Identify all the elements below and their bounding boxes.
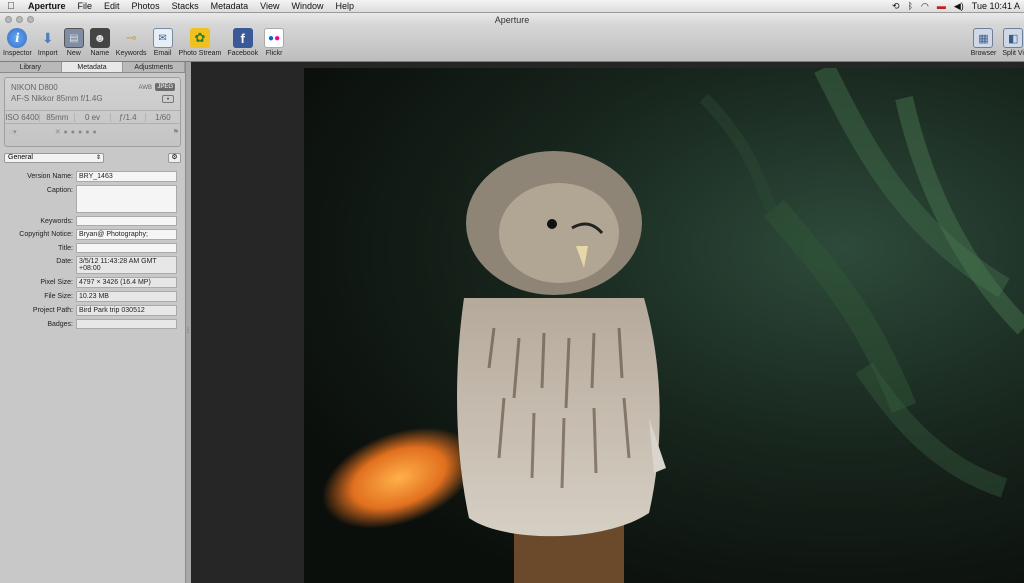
inspector-tabs: Library Metadata Adjustments <box>0 62 186 73</box>
iso-value: ISO 6400 <box>5 112 41 122</box>
browser-grid-icon: ▦ <box>973 28 994 48</box>
window-title: Aperture <box>494 14 530 25</box>
date-value: 3/5/12 11:43:28 AM GMT +08:00 <box>76 256 177 274</box>
version-name-input[interactable]: BRY_1463 <box>76 171 177 182</box>
field-pixel-size: Pixel Size: 4797 × 3426 (16.4 MP) <box>0 277 185 288</box>
keywords-button[interactable]: ⊸ Keywords <box>116 28 147 57</box>
caption-input[interactable] <box>76 185 177 213</box>
field-version-name: Version Name: BRY_1463 <box>0 171 185 182</box>
keywords-tag-icon: ⊸ <box>125 30 137 45</box>
camera-model: NIKON D800 <box>11 83 58 92</box>
owl-photo <box>322 68 1024 583</box>
menu-aperture[interactable]: Aperture <box>22 1 72 11</box>
email-icon: ✉ <box>152 28 173 48</box>
inspector-pane: Library Metadata Adjustments NIKON D800 … <box>0 62 186 583</box>
menu-stacks[interactable]: Stacks <box>166 1 205 11</box>
photo-stream-icon: ✿ <box>189 28 210 48</box>
tab-library[interactable]: Library <box>0 62 62 72</box>
camera-icon: ● <box>162 95 174 103</box>
splitter-grip-icon[interactable]: ⁞ <box>187 328 189 335</box>
bluetooth-icon[interactable]: ᛒ <box>908 1 913 11</box>
tab-adjustments[interactable]: Adjustments <box>123 62 186 72</box>
toolbar-right-group: ▦ Browser ◧ Split Vi <box>968 28 1024 57</box>
zoom-window-button[interactable] <box>27 16 34 23</box>
metadata-view-row: General ⇕ ⚙ <box>4 153 181 163</box>
format-badge: JPEG <box>155 83 175 91</box>
rating-row: ◌▾ ✕●●●●● ⚑ <box>9 128 179 136</box>
menu-photos[interactable]: Photos <box>126 1 166 11</box>
window-title-bar: Aperture <box>0 13 1024 26</box>
color-label-icon[interactable]: ◌▾ <box>9 128 17 136</box>
aperture-value: ƒ/1.4 <box>111 112 146 122</box>
camera-info-panel: NIKON D800 AF-S Nikkor 85mm f/1.4G AWB J… <box>4 77 181 147</box>
menu-metadata[interactable]: Metadata <box>205 1 255 11</box>
badges-value <box>76 319 177 329</box>
import-arrow-icon: ⬇ <box>41 29 54 46</box>
file-size-value: 10.23 MB <box>76 291 177 302</box>
field-copyright: Copyright Notice: Bryan@ Photography; <box>0 229 185 240</box>
inspector-button[interactable]: i Inspector <box>3 28 32 57</box>
facebook-button[interactable]: f Facebook <box>227 28 258 57</box>
copyright-input[interactable]: Bryan@ Photography; <box>76 229 177 240</box>
field-title: Title: <box>0 243 185 253</box>
facebook-icon: f <box>232 28 253 48</box>
project-path-value: Bird Park trip 030512 <box>76 305 177 316</box>
email-button[interactable]: ✉ Email <box>152 28 173 57</box>
new-button[interactable]: ▤ New <box>63 28 84 57</box>
menu-window[interactable]: Window <box>285 1 329 11</box>
metadata-fields: Version Name: BRY_1463 Caption: Keywords… <box>0 171 185 329</box>
star-rating[interactable]: ✕●●●●● <box>55 128 100 136</box>
minimize-window-button[interactable] <box>16 16 23 23</box>
field-file-size: File Size: 10.23 MB <box>0 291 185 302</box>
toolbar: i Inspector ⬇ Import ▤ New ☻ Name ⊸ Keyw… <box>0 26 1024 62</box>
menu-edit[interactable]: Edit <box>98 1 126 11</box>
split-view-icon: ◧ <box>1003 28 1024 48</box>
tab-metadata[interactable]: Metadata <box>61 62 124 72</box>
name-icon: ☻ <box>89 28 110 48</box>
keywords-input[interactable] <box>76 216 177 226</box>
gear-icon[interactable]: ⚙ <box>168 153 181 163</box>
pixel-size-value: 4797 × 3426 (16.4 MP) <box>76 277 177 288</box>
apple-logo-icon[interactable]:  <box>0 1 22 12</box>
field-project-path: Project Path: Bird Park trip 030512 <box>0 305 185 316</box>
flickr-button[interactable]: ● ● Flickr <box>264 28 285 57</box>
title-input[interactable] <box>76 243 177 253</box>
field-date: Date: 3/5/12 11:43:28 AM GMT +08:00 <box>0 256 185 274</box>
split-view-button[interactable]: ◧ Split Vi <box>1002 28 1024 57</box>
browser-button[interactable]: ▦ Browser <box>971 28 996 57</box>
photo-stream-button[interactable]: ✿ Photo Stream <box>179 28 221 57</box>
menu-view[interactable]: View <box>254 1 285 11</box>
chevron-updown-icon: ⇕ <box>95 155 101 161</box>
menu-clock[interactable]: Tue 10:41 A <box>972 1 1020 11</box>
field-caption: Caption: <box>0 185 185 213</box>
window-controls <box>5 16 34 23</box>
close-window-button[interactable] <box>5 16 12 23</box>
info-icon: i <box>7 28 28 48</box>
name-button[interactable]: ☻ Name <box>89 28 110 57</box>
photo-viewer-image[interactable] <box>304 68 1024 583</box>
flag-toggle-icon[interactable]: ⚑ <box>173 128 179 136</box>
focal-length-value: 85mm <box>40 112 76 122</box>
lens-name: AF-S Nikkor 85mm f/1.4G <box>11 94 103 103</box>
menu-bar:  Aperture File Edit Photos Stacks Metad… <box>0 0 1024 13</box>
metadata-view-select[interactable]: General ⇕ <box>4 153 104 163</box>
menu-help[interactable]: Help <box>330 1 361 11</box>
import-button[interactable]: ⬇ Import <box>38 28 58 58</box>
volume-icon[interactable]: ◀) <box>954 1 964 12</box>
wifi-icon[interactable]: ◠ <box>921 1 929 12</box>
menu-file[interactable]: File <box>72 1 99 11</box>
viewer-area[interactable] <box>191 62 1024 583</box>
shutter-value: 1/60 <box>155 112 171 122</box>
exif-strip: ISO 6400 85mm 0 ev ƒ/1.4 1/60 <box>5 110 180 124</box>
field-keywords: Keywords: <box>0 216 185 226</box>
flickr-icon: ● ● <box>264 28 285 48</box>
flag-icon[interactable]: ▬ <box>937 1 946 11</box>
field-badges: Badges: <box>0 319 185 329</box>
time-machine-icon[interactable]: ⟲ <box>892 1 900 12</box>
awb-badge: AWB <box>138 85 152 91</box>
new-icon: ▤ <box>63 28 84 48</box>
exposure-bias-value: 0 ev <box>75 112 111 122</box>
